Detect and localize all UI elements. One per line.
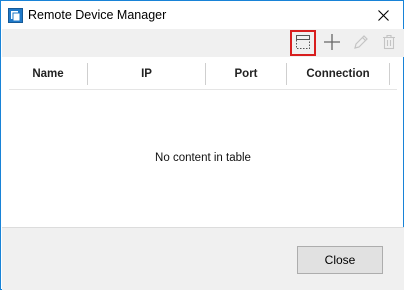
close-icon[interactable]: [363, 1, 403, 29]
device-frame-button[interactable]: [290, 30, 316, 56]
column-header-ip[interactable]: IP: [88, 57, 205, 90]
dialog-footer: Close: [2, 227, 404, 290]
remote-device-manager-window: Remote Device Manager Name IP Port Conne…: [0, 0, 404, 290]
column-header-port[interactable]: Port: [206, 57, 286, 90]
edit-device-button[interactable]: [348, 30, 374, 56]
trash-icon: [380, 33, 398, 54]
column-header-connection[interactable]: Connection: [287, 57, 389, 90]
app-icon: [8, 8, 23, 23]
toolbar: [2, 29, 404, 57]
column-separator[interactable]: [389, 63, 390, 85]
close-button[interactable]: Close: [297, 246, 383, 274]
delete-device-button[interactable]: [376, 30, 402, 56]
column-header-name[interactable]: Name: [9, 57, 87, 90]
empty-table-message: No content in table: [155, 152, 251, 164]
title-bar: Remote Device Manager: [1, 1, 403, 31]
table-header: Name IP Port Connection: [9, 57, 397, 90]
device-table: Name IP Port Connection No content in ta…: [9, 57, 397, 227]
plus-icon: [323, 33, 341, 54]
add-device-button[interactable]: [319, 30, 345, 56]
pencil-icon: [352, 33, 370, 54]
device-frame-icon: [294, 33, 312, 54]
window-title: Remote Device Manager: [28, 8, 167, 22]
